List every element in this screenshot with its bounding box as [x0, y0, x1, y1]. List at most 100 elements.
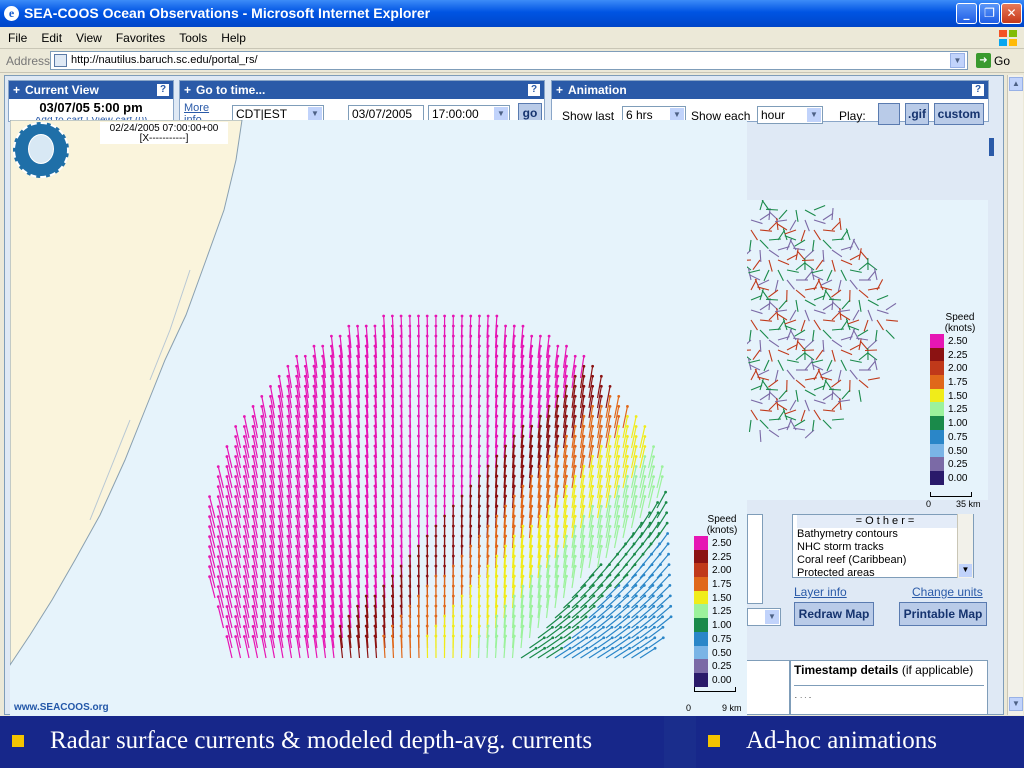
current-arrowhead: [486, 414, 490, 418]
redraw-map-button[interactable]: Redraw Map: [794, 602, 874, 626]
current-arrowhead: [373, 524, 377, 528]
current-arrowhead: [277, 534, 281, 538]
change-units-link[interactable]: Change units: [912, 585, 983, 599]
layer-item[interactable]: Coral reef (Caribbean): [797, 554, 973, 567]
current-arrowhead: [643, 475, 647, 478]
menu-view[interactable]: View: [68, 27, 108, 45]
current-arrowhead: [582, 414, 586, 418]
minimize-button[interactable]: _: [956, 3, 977, 24]
current-arrowhead: [451, 314, 455, 318]
current-arrowhead: [478, 374, 481, 378]
legend-value: 1.25: [712, 606, 732, 618]
current-arrowhead: [478, 484, 481, 488]
menu-favorites[interactable]: Favorites: [108, 27, 171, 45]
current-arrowhead: [330, 374, 333, 378]
currents-map[interactable]: [10, 120, 747, 716]
current-arrowhead: [576, 625, 580, 629]
current-arrowhead: [295, 404, 298, 408]
address-dropdown-icon[interactable]: ▼: [950, 53, 965, 68]
layer-list-scrollbar[interactable]: ▼: [957, 514, 973, 578]
go-to-time-help-icon[interactable]: ?: [528, 84, 540, 96]
current-arrowhead: [356, 394, 359, 398]
custom-button[interactable]: custom: [934, 103, 984, 125]
menu-help[interactable]: Help: [213, 27, 252, 45]
current-arrowhead: [364, 464, 368, 468]
current-arrow: [831, 221, 841, 231]
layer-item[interactable]: Bathymetry contours: [797, 528, 973, 541]
current-arrowhead: [460, 634, 464, 638]
current-arrowhead: [530, 364, 534, 368]
printable-map-button[interactable]: Printable Map: [899, 602, 987, 626]
layer-list[interactable]: = O t h e r = Bathymetry contours NHC st…: [792, 514, 974, 580]
current-arrow: [571, 616, 587, 629]
show-each-select[interactable]: hour ▼: [757, 106, 823, 124]
current-arrowhead: [608, 444, 612, 448]
current-arrow: [794, 239, 806, 247]
current-arrowhead: [390, 334, 394, 338]
current-arrowhead: [260, 545, 264, 548]
menu-tools[interactable]: Tools: [171, 27, 213, 45]
current-arrow: [786, 279, 795, 290]
legend-row: 2.50: [694, 536, 750, 550]
legend-value: 1.00: [712, 620, 732, 632]
current-arrowhead: [321, 444, 325, 448]
close-button[interactable]: ✕: [1001, 3, 1022, 24]
restore-button[interactable]: ❐: [979, 3, 1000, 24]
current-arrowhead: [451, 524, 455, 528]
go-button[interactable]: ➜ Go: [974, 52, 1020, 70]
current-arrowhead: [495, 574, 499, 578]
current-arrowhead: [373, 474, 377, 478]
current-arrow: [786, 269, 799, 273]
current-arrowhead: [347, 364, 351, 368]
layer-item[interactable]: NHC storm tracks: [797, 541, 973, 554]
current-arrow: [768, 289, 779, 298]
current-arrowhead: [251, 565, 255, 568]
current-arrowhead: [530, 494, 534, 498]
current-arrowhead: [260, 565, 264, 568]
current-arrowhead: [521, 424, 525, 428]
current-arrowhead: [364, 334, 368, 338]
seacoos-credit[interactable]: www.SEACOOS.org: [14, 702, 109, 713]
current-arrowhead: [382, 354, 386, 358]
legend-value: 0.75: [712, 633, 732, 645]
current-arrowhead: [434, 404, 438, 408]
current-arrowhead: [347, 574, 351, 578]
current-arrowhead: [208, 555, 211, 559]
current-arrowhead: [225, 585, 229, 588]
map-select[interactable]: ▼: [747, 608, 781, 626]
current-arrow: [849, 279, 858, 290]
legend-value: 1.25: [948, 404, 968, 416]
current-view-help-icon[interactable]: ?: [157, 84, 169, 96]
menu-edit[interactable]: Edit: [33, 27, 68, 45]
gif-button[interactable]: .gif: [905, 103, 929, 125]
current-arrow: [768, 339, 780, 348]
scroll-up-icon[interactable]: ▲: [1009, 77, 1023, 91]
film-icon[interactable]: [878, 103, 900, 125]
current-arrowhead: [330, 594, 333, 598]
more-info-link[interactable]: More info: [184, 102, 220, 120]
current-arrowhead: [225, 555, 229, 558]
current-arrowhead: [347, 444, 351, 448]
current-arrowhead: [373, 334, 377, 338]
layer-item[interactable]: Protected areas: [797, 567, 973, 580]
legend-value: 0.00: [948, 472, 968, 484]
page-scrollbar[interactable]: ▲ ▼: [1007, 75, 1023, 715]
current-arrowhead: [618, 604, 622, 608]
current-arrowhead: [530, 614, 534, 618]
current-arrowhead: [364, 484, 368, 488]
menu-file[interactable]: File: [0, 27, 33, 45]
current-arrowhead: [478, 514, 481, 518]
current-arrowhead: [565, 554, 568, 558]
current-arrowhead: [495, 504, 499, 508]
current-arrowhead: [269, 574, 272, 578]
scroll-down-icon[interactable]: ▼: [1009, 697, 1023, 711]
current-arrowhead: [565, 464, 568, 468]
layer-info-link[interactable]: Layer info: [794, 585, 847, 599]
current-arrow: [786, 359, 799, 363]
current-arrowhead: [208, 545, 211, 549]
current-arrowhead: [269, 454, 272, 458]
current-arrowhead: [565, 344, 568, 348]
address-input[interactable]: http://nautilus.baruch.sc.edu/portal_rs/…: [50, 51, 968, 70]
current-arrowhead: [608, 464, 612, 468]
animation-help-icon[interactable]: ?: [972, 84, 984, 96]
